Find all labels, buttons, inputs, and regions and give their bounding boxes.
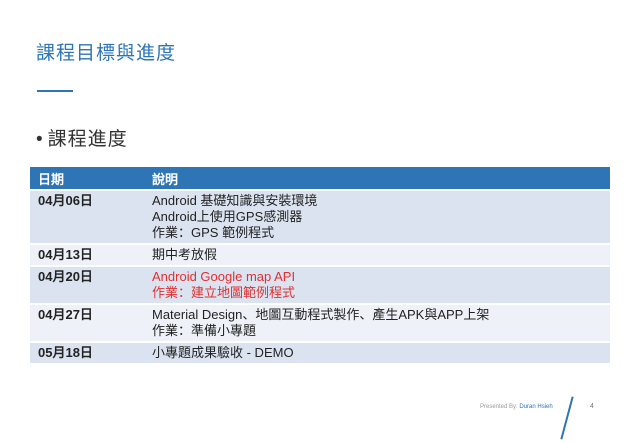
table-row: 04月06日 Android 基礎知識與安裝環境 Android上使用GPS感測器作… [30, 189, 610, 244]
table-header-row: 日期 說明 [30, 167, 610, 190]
row-description: Android 基礎知識與安裝環境 Android上使用GPS感測器 作業：GPS … [144, 189, 610, 244]
header-description: 說明 [144, 167, 610, 190]
description-line: 作業：準備小專題 [152, 323, 257, 338]
title-underline [37, 90, 73, 92]
description-line: Android上使用GPS感測器 [152, 209, 303, 224]
header-date: 日期 [30, 167, 144, 190]
description-line: Material Design、地圖互動程式製作、產生APK與APP上架 [152, 307, 490, 322]
slide-title: 課程目標與進度 [36, 43, 177, 64]
row-description: Material Design、地圖互動程式製作、產生APK與APP上架 作業：準… [144, 303, 610, 342]
row-date: 04月06日 [30, 189, 144, 244]
row-description: 小專題成果驗收 - DEMO [144, 341, 610, 363]
description-line: 作業：建立地圖範例程式 [152, 285, 296, 300]
schedule-table: 日期 說明 04月06日 Android 基礎知識與安裝環境 Android上使用G… [30, 167, 610, 363]
row-date: 05月18日 [30, 341, 144, 363]
description-line: 期中考放假 [152, 247, 218, 262]
presenter-name: Duran Hsieh [519, 404, 553, 410]
bullet-dot-icon: • [36, 129, 44, 150]
row-date: 04月20日 [30, 265, 144, 304]
table-row: 04月27日 Material Design、地圖互動程式製作、產生APK與APP… [30, 303, 610, 342]
footer-slash-divider [560, 396, 574, 440]
description-line: Android Google map API [152, 269, 296, 284]
table-row: 04月13日 期中考放假 [30, 243, 610, 266]
page-number: 4 [590, 403, 594, 410]
row-description: 期中考放假 [144, 243, 610, 266]
row-description: Android Google map API 作業：建立地圖範例程式 [144, 265, 610, 304]
table-row: 04月20日 Android Google map API 作業：建立地圖範例程式 [30, 265, 610, 304]
table-row: 05月18日 小專題成果驗收 - DEMO [30, 341, 610, 363]
row-date: 04月27日 [30, 303, 144, 342]
description-line: Android 基礎知識與安裝環境 [152, 193, 318, 208]
description-line: 作業：GPS 範例程式 [152, 225, 275, 240]
presented-by-label: Presented By: [480, 404, 518, 410]
description-line: 小專題成果驗收 - DEMO [152, 345, 294, 360]
bullet-item: • 課程進度 [36, 124, 128, 151]
row-date: 04月13日 [30, 243, 144, 266]
footer-presenter: Presented By: Duran Hsieh [480, 404, 553, 410]
table-body: 04月06日 Android 基礎知識與安裝環境 Android上使用GPS感測器作… [30, 189, 610, 363]
bullet-text: 課程進度 [47, 129, 128, 150]
